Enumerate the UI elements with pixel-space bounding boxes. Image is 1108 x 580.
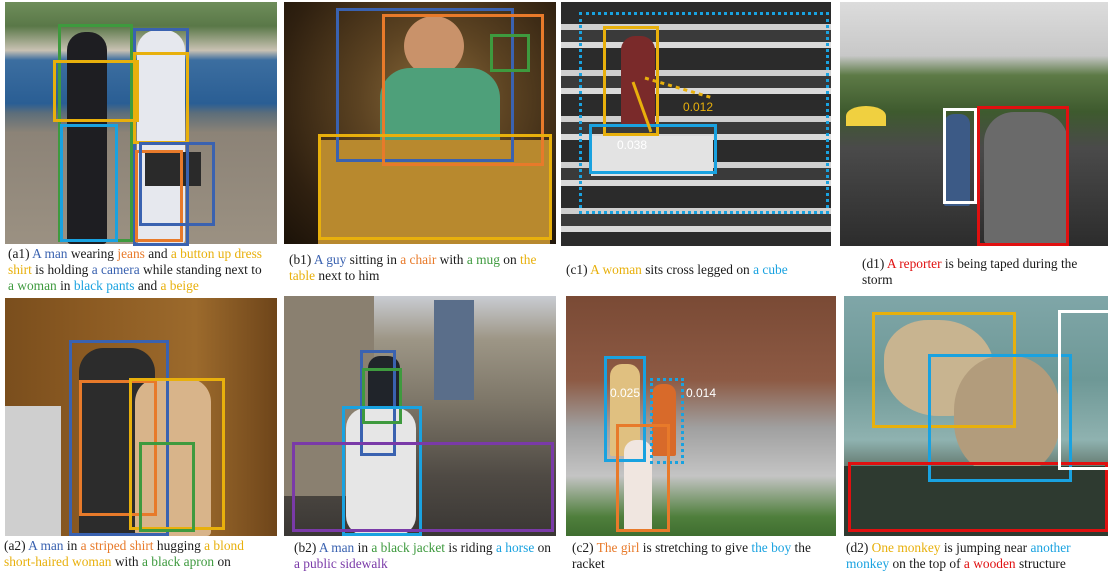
caption-segment: a black apron	[141, 554, 215, 569]
panel-c2: 0.025 0.014	[566, 296, 836, 536]
caption-segment: a chair	[400, 252, 437, 267]
bbox-camera-crew	[977, 106, 1069, 246]
bbox-girl	[616, 424, 670, 532]
caption-segment: A guy	[311, 252, 347, 267]
caption-segment: is riding	[445, 540, 496, 555]
caption-label: (b2)	[294, 540, 317, 555]
caption-segment: A man	[316, 540, 355, 555]
shelf-shape	[5, 406, 61, 536]
caption-label: (d1)	[862, 256, 885, 271]
attention-line-dashed	[644, 76, 714, 100]
caption-segment: in	[56, 278, 74, 293]
caption-segment: and	[144, 246, 171, 261]
bbox-wooden-structure	[848, 462, 1108, 532]
caption-c2: (c2) The girl is stretching to give the …	[572, 540, 834, 572]
caption-segment: with	[436, 252, 467, 267]
caption-a1: (a1) A man wearing jeans and a button up…	[8, 246, 270, 294]
caption-segment: sits cross legged on	[641, 262, 754, 277]
caption-segment: on	[499, 252, 521, 267]
caption-segment: the boy	[751, 540, 792, 555]
caption-segment: is stretching to give	[639, 540, 752, 555]
bbox-reporter	[943, 108, 977, 204]
bbox-camera	[139, 142, 215, 226]
caption-a2: (a2) A man in a striped shirt hugging a …	[4, 538, 278, 570]
score-label-2: 0.038	[617, 138, 648, 152]
caption-segment: black pants	[73, 278, 135, 293]
caption-segment: on	[214, 554, 231, 569]
caption-segment: A reporter	[884, 256, 942, 271]
caption-b1: (b1) A guy sitting in a chair with a mug…	[289, 252, 551, 284]
banner-shape	[434, 300, 474, 400]
caption-segment: structure	[1015, 556, 1066, 571]
caption-segment: is jumping near	[940, 540, 1031, 555]
caption-segment: a horse	[495, 540, 535, 555]
caption-segment: a mug	[466, 252, 500, 267]
caption-segment: on the top of	[889, 556, 964, 571]
caption-segment: and	[134, 278, 161, 293]
bbox-extra	[1058, 310, 1108, 470]
caption-c1: (c1) A woman sits cross legged on a cube	[566, 262, 828, 278]
caption-segment: sitting in	[346, 252, 401, 267]
caption-segment: with	[111, 554, 142, 569]
caption-segment: on	[534, 540, 552, 555]
panel-a2	[5, 298, 277, 536]
umbrella-shape	[846, 106, 886, 126]
caption-segment: One monkey	[868, 540, 941, 555]
bbox-mug	[490, 34, 530, 72]
caption-label: (d2)	[846, 540, 869, 555]
caption-label: (b1)	[289, 252, 312, 267]
score-label-2: 0.014	[686, 386, 717, 400]
bbox-black-apron	[139, 442, 195, 532]
bbox-dress-shirt	[133, 52, 189, 144]
caption-segment: a wooden	[963, 556, 1016, 571]
panel-b1	[284, 2, 556, 244]
bbox-beige-jacket	[53, 60, 139, 122]
panel-d1	[840, 2, 1108, 246]
attention-line-solid	[631, 81, 653, 133]
caption-label: (c2)	[572, 540, 594, 555]
caption-segment: wearing	[67, 246, 118, 261]
caption-segment: A woman	[587, 262, 642, 277]
caption-segment: a cube	[753, 262, 788, 277]
bbox-black-pants	[60, 124, 118, 242]
caption-segment: is holding	[31, 262, 92, 277]
panel-c1: 0.012 0.038	[561, 2, 831, 246]
caption-segment: next to him	[315, 268, 380, 283]
caption-d1: (d1) A reporter is being taped during th…	[862, 256, 1106, 288]
caption-segment: The girl	[593, 540, 640, 555]
caption-segment: jeans	[117, 246, 145, 261]
caption-label: (c1)	[566, 262, 588, 277]
attention-lines	[631, 76, 714, 133]
caption-segment: A man	[29, 246, 68, 261]
caption-segment: a camera	[91, 262, 140, 277]
caption-label: (a2)	[4, 538, 26, 553]
caption-segment: a striped shirt	[80, 538, 154, 553]
panel-a1	[5, 2, 277, 246]
caption-segment: in	[354, 540, 372, 555]
caption-segment: a public sidewalk	[294, 556, 388, 571]
score-label-1: 0.025	[610, 386, 641, 400]
caption-segment: in	[63, 538, 81, 553]
bbox-table	[318, 134, 552, 240]
score-label-1: 0.012	[683, 100, 714, 114]
caption-segment: a beige	[160, 278, 199, 293]
caption-segment: A man	[25, 538, 64, 553]
caption-b2: (b2) A man in a black jacket is riding a…	[294, 540, 556, 572]
bbox-sidewalk	[292, 442, 554, 532]
caption-segment: a black jacket	[371, 540, 445, 555]
caption-d2: (d2) One monkey is jumping near another …	[846, 540, 1108, 572]
caption-segment: a woman	[8, 278, 57, 293]
caption-label: (a1)	[8, 246, 30, 261]
caption-segment: hugging	[153, 538, 205, 553]
caption-segment: while standing next to	[139, 262, 262, 277]
panel-d2	[844, 296, 1108, 536]
panel-b2	[284, 296, 556, 536]
